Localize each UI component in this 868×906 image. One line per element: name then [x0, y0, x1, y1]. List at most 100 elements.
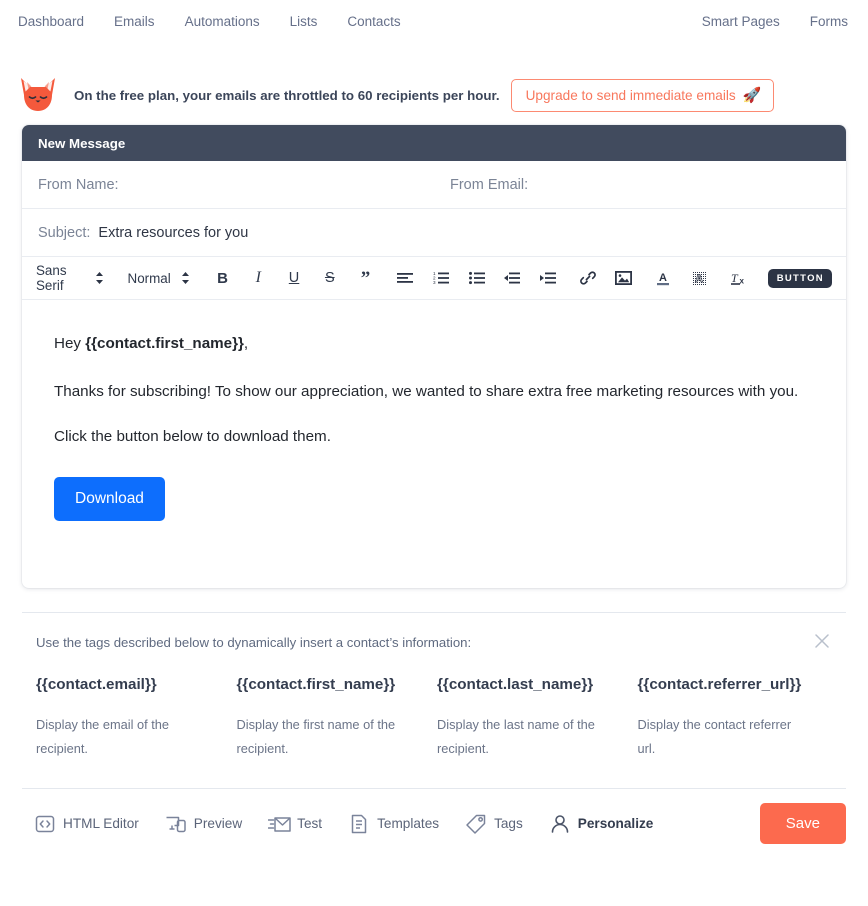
clear-format-icon[interactable]: Tx — [728, 265, 750, 291]
send-envelope-icon — [267, 813, 291, 835]
svg-text:A: A — [659, 272, 667, 284]
from-email-label: From Email: — [450, 176, 529, 193]
font-size-value: Normal — [127, 270, 171, 286]
strikethrough-button[interactable]: S — [319, 265, 341, 291]
composer-bottom-toolbar: HTML Editor Preview Test Templates Tags … — [0, 789, 868, 845]
strikethrough-label: S — [324, 270, 335, 286]
italic-button[interactable]: I — [247, 265, 269, 291]
tag-name[interactable]: {{contact.first_name}} — [237, 676, 432, 693]
person-icon — [549, 813, 571, 835]
font-size-select[interactable]: Normal — [128, 271, 190, 286]
templates-label: Templates — [377, 816, 440, 832]
chevron-updown-icon — [95, 271, 104, 285]
banner-message: On the free plan, your emails are thrott… — [74, 87, 500, 103]
html-editor-label: HTML Editor — [63, 816, 139, 832]
from-name-field[interactable]: From Name: — [22, 177, 434, 193]
ordered-list-icon[interactable]: 123 — [430, 265, 452, 291]
personalize-label: Personalize — [577, 816, 654, 832]
test-button[interactable]: Test — [267, 813, 323, 835]
svg-text:3: 3 — [433, 280, 436, 285]
tag-description: Display the contact referrer url. — [637, 717, 792, 756]
link-icon[interactable] — [577, 265, 599, 291]
highlight-color-icon[interactable]: A — [688, 265, 710, 291]
tag-icon — [465, 813, 487, 835]
bullet-list-icon[interactable] — [466, 265, 488, 291]
tag-column: {{contact.last_name}} Display the last n… — [437, 676, 632, 760]
nav-item-forms[interactable]: Forms — [810, 14, 848, 29]
composer-title: New Message — [38, 135, 126, 151]
nav-item-contacts[interactable]: Contacts — [347, 14, 400, 29]
body-paragraph-2: Click the button below to download them. — [54, 428, 331, 446]
greeting-suffix: , — [243, 335, 249, 352]
subject-label: Subject: — [38, 224, 91, 241]
rocket-icon: 🚀 — [742, 86, 762, 104]
preview-button[interactable]: Preview — [165, 813, 242, 835]
tags-button[interactable]: Tags — [465, 813, 523, 835]
nav-item-emails[interactable]: Emails — [114, 14, 155, 29]
tag-description: Display the last name of the recipient. — [437, 717, 595, 756]
download-cta-button[interactable]: Download — [54, 476, 165, 521]
html-editor-button[interactable]: HTML Editor — [34, 813, 139, 835]
bold-label: B — [217, 269, 228, 287]
nav-right-group: Smart Pages Forms — [702, 14, 848, 29]
align-icon[interactable] — [394, 265, 416, 291]
tags-grid: {{contact.email}} Display the email of t… — [36, 676, 832, 760]
subject-value: Extra resources for you — [98, 224, 249, 241]
fox-logo-icon — [21, 78, 55, 111]
tag-description: Display the email of the recipient. — [36, 717, 170, 756]
greeting-line: Hey {{contact.first_name}}, — [54, 332, 814, 356]
top-navigation: Dashboard Emails Automations Lists Conta… — [0, 0, 868, 42]
templates-button[interactable]: Templates — [348, 813, 439, 835]
devices-preview-icon — [165, 813, 187, 835]
tag-column: {{contact.first_name}} Display the first… — [237, 676, 432, 760]
svg-text:x: x — [739, 277, 744, 286]
code-brackets-icon — [34, 813, 56, 835]
save-button[interactable]: Save — [759, 803, 846, 845]
email-composer-card: New Message From Name: From Email: Subje… — [22, 125, 846, 588]
svg-text:T: T — [731, 271, 739, 285]
free-plan-banner: On the free plan, your emails are thrott… — [0, 65, 868, 125]
insert-button-button[interactable]: BUTTON — [767, 268, 832, 288]
nav-item-automations[interactable]: Automations — [185, 14, 260, 29]
tag-column: {{contact.referrer_url}} Display the con… — [638, 676, 833, 760]
blockquote-label: ” — [360, 267, 371, 289]
nav-item-dashboard[interactable]: Dashboard — [18, 14, 84, 29]
indent-icon[interactable] — [537, 265, 559, 291]
document-icon — [348, 813, 370, 835]
from-name-label: From Name: — [38, 176, 119, 193]
nav-item-smart-pages[interactable]: Smart Pages — [702, 14, 780, 29]
body-paragraph-1: Thanks for subscribing! To show our appr… — [54, 382, 799, 400]
tag-name[interactable]: {{contact.last_name}} — [437, 676, 632, 693]
text-color-icon[interactable]: A — [653, 265, 675, 291]
close-icon[interactable] — [812, 631, 832, 651]
tags-label: Tags — [494, 816, 523, 832]
tag-name[interactable]: {{contact.email}} — [36, 676, 231, 693]
font-family-select[interactable]: Sans Serif — [36, 263, 104, 293]
upgrade-button-label: Upgrade to send immediate emails — [525, 87, 736, 103]
editor-toolbar: Sans Serif Normal B I U S ” 123 A A T x … — [22, 257, 846, 300]
underline-button[interactable]: U — [283, 265, 305, 291]
test-label: Test — [297, 816, 323, 832]
image-icon[interactable] — [613, 265, 635, 291]
tag-column: {{contact.email}} Display the email of t… — [36, 676, 231, 760]
tag-description: Display the first name of the recipient. — [236, 717, 396, 756]
preview-label: Preview — [193, 816, 243, 832]
upgrade-button[interactable]: Upgrade to send immediate emails 🚀 — [510, 78, 775, 112]
outdent-icon[interactable] — [502, 265, 524, 291]
tag-name[interactable]: {{contact.referrer_url}} — [638, 676, 833, 693]
italic-label: I — [255, 269, 261, 286]
font-family-value: Sans Serif — [36, 263, 67, 293]
greeting-merge-tag: {{contact.first_name}} — [85, 335, 244, 352]
svg-text:A: A — [695, 273, 703, 285]
chevron-updown-icon — [181, 271, 190, 285]
greeting-prefix: Hey — [54, 335, 86, 352]
tags-intro-text: Use the tags described below to dynamica… — [36, 635, 472, 650]
from-email-field[interactable]: From Email: — [434, 177, 846, 193]
email-body-editor[interactable]: Hey {{contact.first_name}}, Thanks for s… — [22, 300, 846, 588]
subject-field[interactable]: Subject: Extra resources for you — [22, 209, 846, 257]
personalize-button[interactable]: Personalize — [549, 813, 654, 835]
underline-label: U — [288, 270, 300, 286]
bold-button[interactable]: B — [212, 265, 234, 291]
blockquote-button[interactable]: ” — [355, 265, 377, 291]
nav-item-lists[interactable]: Lists — [290, 14, 318, 29]
